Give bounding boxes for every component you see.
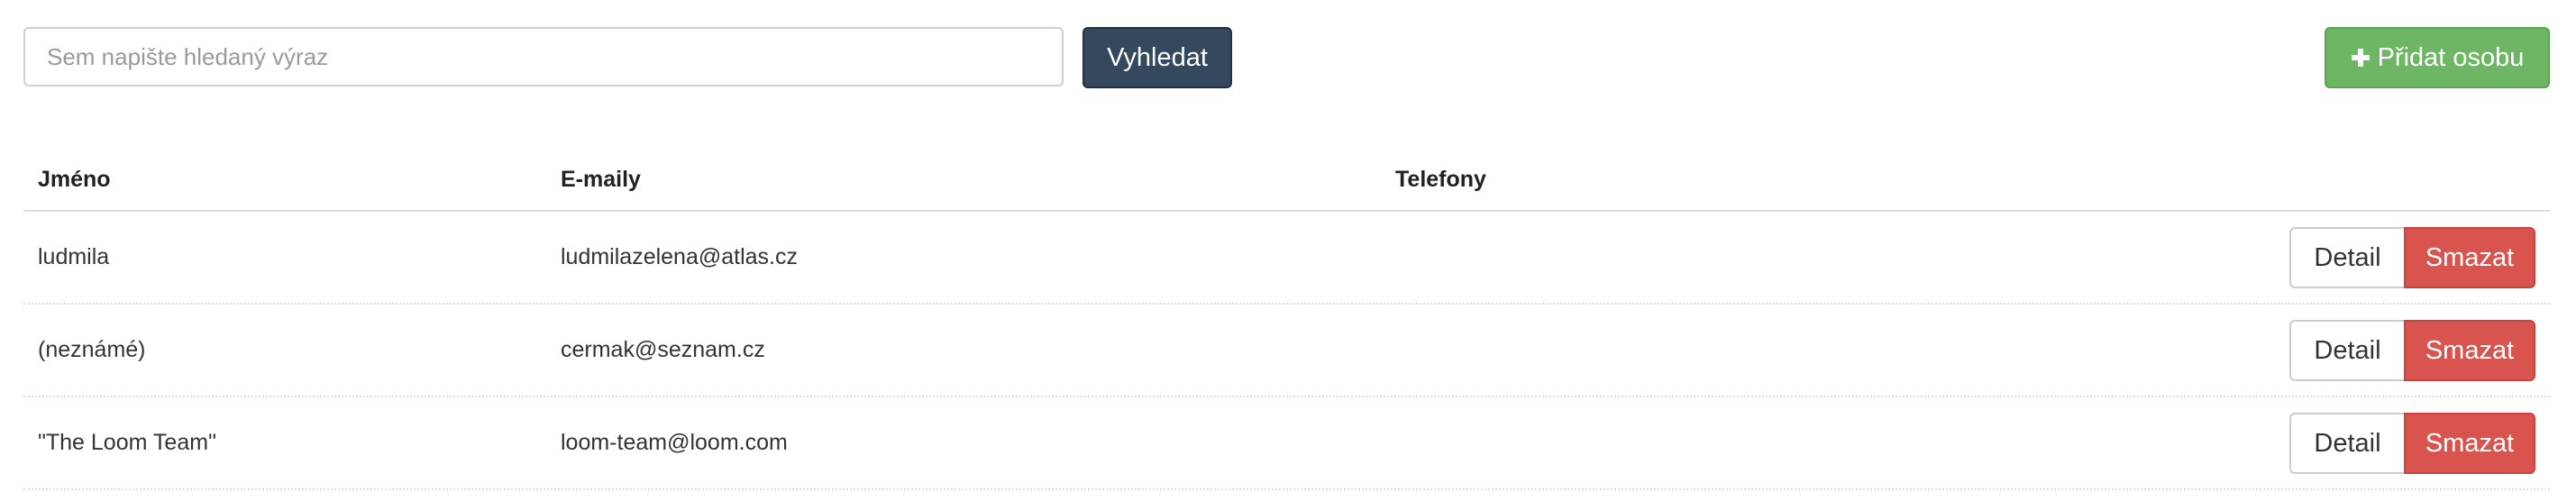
search-button[interactable]: Vyhledat: [1082, 27, 1232, 88]
person-name: (neznámé): [38, 337, 146, 362]
delete-button[interactable]: Smazat: [2404, 413, 2535, 474]
header-name: Jméno: [38, 167, 111, 192]
table-row: ludmila ludmilazelena@atlas.cz Detail Sm…: [23, 212, 2550, 305]
person-email: loom-team@loom.com: [561, 430, 788, 455]
table-row: (neznámé) cermak@seznam.cz Detail Smazat: [23, 305, 2550, 397]
header-emails: E-maily: [561, 167, 641, 192]
row-actions: Detail Smazat: [2289, 413, 2535, 474]
person-email: ludmilazelena@atlas.cz: [561, 244, 799, 269]
search-input[interactable]: [23, 27, 1064, 87]
detail-button[interactable]: Detail: [2289, 227, 2404, 288]
detail-button[interactable]: Detail: [2289, 413, 2404, 474]
row-actions: Detail Smazat: [2289, 227, 2535, 288]
person-name: ludmila: [38, 244, 110, 269]
row-actions: Detail Smazat: [2289, 320, 2535, 381]
delete-button[interactable]: Smazat: [2404, 320, 2535, 381]
persons-table: Jméno E-maily Telefony ludmila ludmilaze…: [23, 149, 2550, 490]
person-name: "The Loom Team": [38, 430, 216, 455]
delete-button[interactable]: Smazat: [2404, 227, 2535, 288]
header-phones: Telefony: [1395, 167, 1486, 192]
detail-button[interactable]: Detail: [2289, 320, 2404, 381]
person-email: cermak@seznam.cz: [561, 337, 765, 362]
add-person-button[interactable]: Přidat osobu: [2325, 27, 2550, 88]
add-person-label: Přidat osobu: [2377, 42, 2525, 72]
plus-icon: [2351, 48, 2370, 68]
table-header: Jméno E-maily Telefony: [23, 149, 2550, 212]
table-row: "The Loom Team" loom-team@loom.com Detai…: [23, 397, 2550, 490]
